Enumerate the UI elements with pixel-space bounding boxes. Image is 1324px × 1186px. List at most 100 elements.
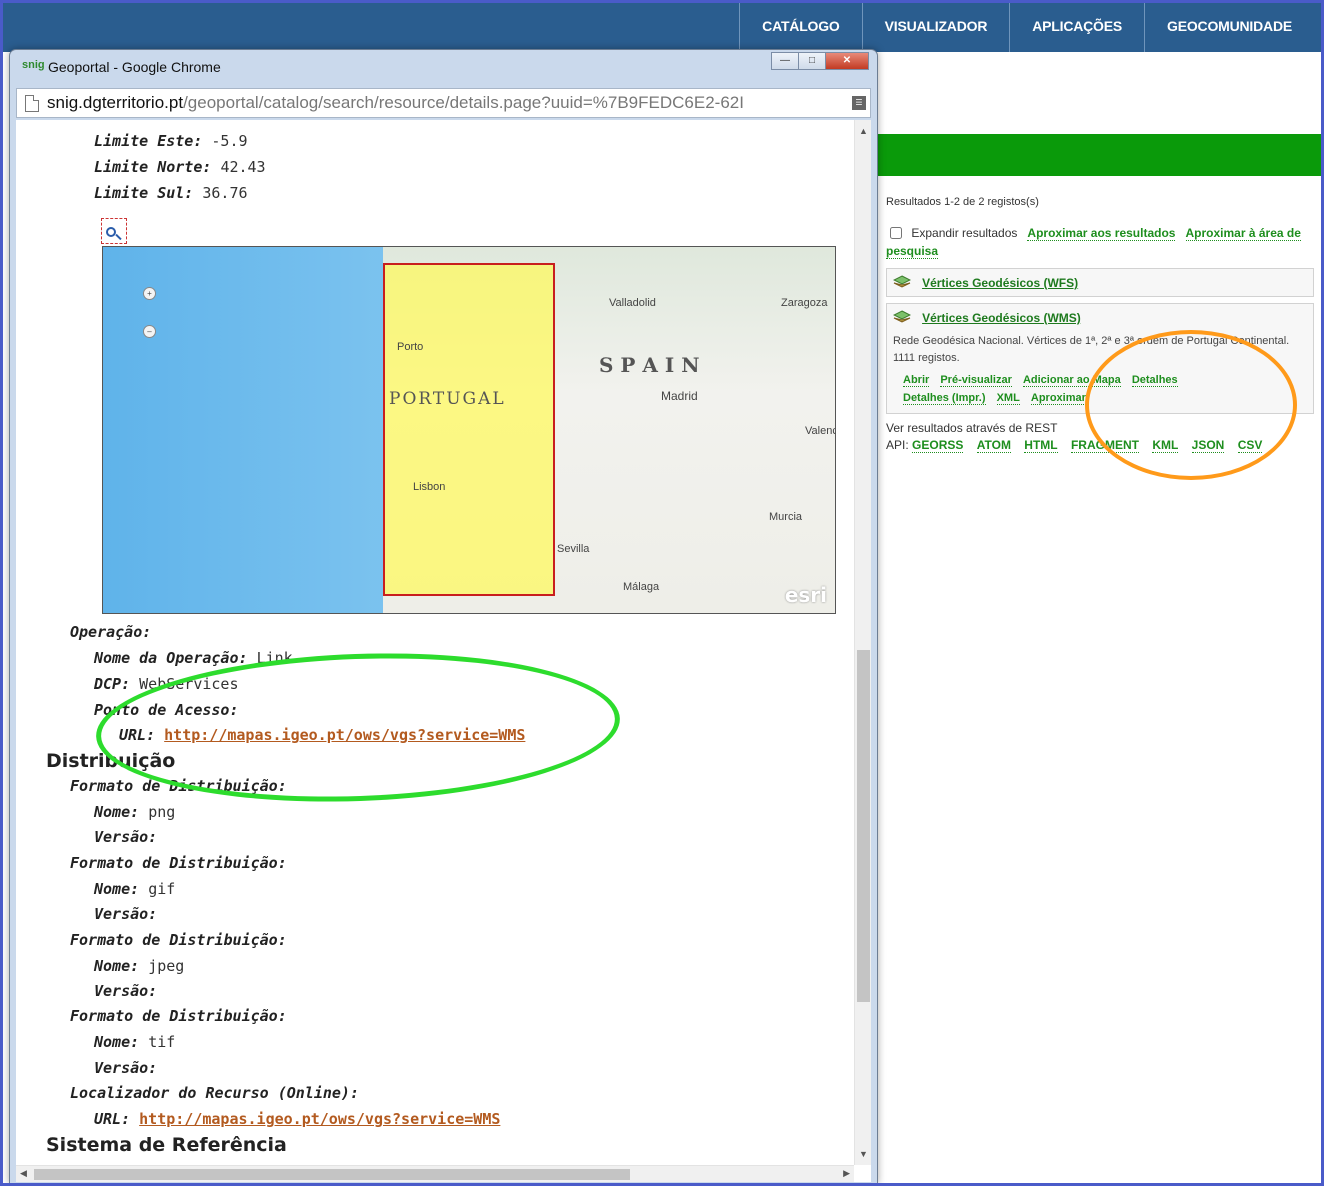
localizador-label: Localizador do Recurso (Online): xyxy=(70,1084,359,1102)
action-abrir[interactable]: Abrir xyxy=(903,374,930,387)
scroll-down-icon[interactable]: ▼ xyxy=(859,1149,868,1159)
scroll-right-icon[interactable]: ▶ xyxy=(843,1168,850,1179)
nome-row-3: Nome: jpeg xyxy=(94,957,184,975)
nav-geocomunidade[interactable]: GEOCOMUNIDADE xyxy=(1144,0,1314,52)
api-html[interactable]: HTML xyxy=(1024,438,1058,453)
versao-label: Versão: xyxy=(94,1059,158,1077)
esri-logo: esri xyxy=(784,583,827,607)
results-count: Resultados 1-2 de 2 registos(s) xyxy=(886,196,1039,208)
limite-norte-value: 42.43 xyxy=(220,158,266,176)
nome-operacao-label: Nome da Operação: xyxy=(94,649,248,667)
page-icon xyxy=(25,95,39,112)
bounding-box xyxy=(383,263,555,596)
url-path: /geoportal/catalog/search/resource/detai… xyxy=(183,93,744,112)
operacao-label: Operação: xyxy=(70,623,152,641)
snig-favicon: snig xyxy=(22,59,45,71)
scroll-up-icon[interactable]: ▲ xyxy=(859,126,868,136)
zoom-to-results-link[interactable]: Aproximar aos resultados xyxy=(1027,226,1176,241)
formato-row-3: Formato de Distribuição: xyxy=(70,931,287,949)
nav-visualizador[interactable]: VISUALIZADOR xyxy=(861,0,1010,52)
nome-label: Nome: xyxy=(94,1033,140,1051)
results-header-bar xyxy=(872,134,1324,176)
versao-label: Versão: xyxy=(94,905,158,923)
format-value-jpeg: jpeg xyxy=(148,957,185,975)
limite-sul-value: 36.76 xyxy=(202,184,248,202)
horizontal-scrollbar[interactable]: ◀ ▶ xyxy=(16,1165,854,1182)
action-detalhes-impr[interactable]: Detalhes (Impr.) xyxy=(903,392,986,405)
city-zaragoza: Zaragoza xyxy=(781,297,828,309)
layer-icon xyxy=(893,275,911,288)
url-domain: snig.dgterritorio.pt xyxy=(47,93,184,112)
layer-icon xyxy=(893,310,911,323)
result-title-wms[interactable]: Vértices Geodésicos (WMS) xyxy=(922,311,1081,325)
action-xml[interactable]: XML xyxy=(996,392,1020,405)
address-bar[interactable]: snig.dgterritorio.pt/geoportal/catalog/s… xyxy=(16,88,871,118)
formato-label: Formato de Distribuição: xyxy=(70,1007,287,1025)
zoom-in-control[interactable]: + xyxy=(143,287,156,300)
operacao-row: Operação: xyxy=(70,623,151,641)
api-georss[interactable]: GEORSS xyxy=(912,438,964,453)
zoom-out-control[interactable]: – xyxy=(143,325,156,338)
nome-label: Nome: xyxy=(94,957,140,975)
scroll-left-icon[interactable]: ◀ xyxy=(20,1168,27,1179)
close-button[interactable]: ✕ xyxy=(825,52,869,70)
city-lisbon: Lisbon xyxy=(413,481,446,493)
formato-label: Formato de Distribuição: xyxy=(70,854,287,872)
vertical-scrollbar[interactable]: ▲ ▼ xyxy=(854,120,871,1165)
minimize-button[interactable]: — xyxy=(771,52,799,70)
nav-aplicacoes[interactable]: APLICAÇÕES xyxy=(1009,0,1144,52)
window-title: Geoportal - Google Chrome xyxy=(48,59,221,75)
versao-row-2: Versão: xyxy=(94,905,157,923)
limite-sul-row: Limite Sul: 36.76 xyxy=(94,184,248,202)
online-url-link[interactable]: http://mapas.igeo.pt/ows/vgs?service=WMS xyxy=(139,1110,500,1128)
formato-row-2: Formato de Distribuição: xyxy=(70,854,287,872)
result-title-wfs[interactable]: Vértices Geodésicos (WFS) xyxy=(922,276,1078,290)
limite-este-row: Limite Este: -5.9 xyxy=(94,132,248,150)
dcp-label: DCP: xyxy=(94,675,131,693)
limite-norte-label: Limite Norte: xyxy=(94,158,212,176)
maximize-button[interactable]: □ xyxy=(798,52,826,70)
formato-label: Formato de Distribuição: xyxy=(70,931,287,949)
action-pre-visualizar[interactable]: Pré-visualizar xyxy=(940,374,1012,387)
vertical-scroll-thumb[interactable] xyxy=(857,650,870,1002)
nome-label: Nome: xyxy=(94,803,140,821)
city-sevilla: Sevilla xyxy=(557,543,590,555)
map-label-portugal: PORTUGAL xyxy=(389,389,506,409)
url-label: URL: xyxy=(94,1110,131,1128)
nome-label: Nome: xyxy=(94,880,140,898)
api-atom[interactable]: ATOM xyxy=(976,438,1011,453)
online-url-row: URL: http://mapas.igeo.pt/ows/vgs?servic… xyxy=(94,1110,500,1128)
extent-map[interactable]: + – PORTUGAL S P A I N Porto Lisbon Vall… xyxy=(102,246,836,614)
localizador-row: Localizador do Recurso (Online): xyxy=(70,1084,359,1102)
page-content: Limite Este: -5.9 Limite Norte: 42.43 Li… xyxy=(16,120,871,1182)
city-madrid: Madrid xyxy=(661,389,698,403)
metadata-document: Limite Este: -5.9 Limite Norte: 42.43 Li… xyxy=(16,120,854,1182)
city-valladolid: Valladolid xyxy=(609,297,656,309)
horizontal-scroll-thumb[interactable] xyxy=(34,1169,630,1180)
limite-sul-label: Limite Sul: xyxy=(94,184,194,202)
expand-results-label: Expandir resultados xyxy=(911,226,1018,240)
zoom-extent-icon[interactable] xyxy=(101,218,127,244)
formato-row-4: Formato de Distribuição: xyxy=(70,1007,287,1025)
expand-results-checkbox[interactable] xyxy=(890,227,902,239)
city-porto: Porto xyxy=(397,341,424,353)
chrome-popup-window: snig Geoportal - Google Chrome — □ ✕ sni… xyxy=(9,49,878,1184)
versao-row-1: Versão: xyxy=(94,828,157,846)
translate-icon[interactable]: ☰ xyxy=(852,96,866,110)
api-label: API: xyxy=(886,438,909,452)
versao-row-3: Versão: xyxy=(94,982,157,1000)
format-value-tif: tif xyxy=(148,1033,176,1051)
result-item-wfs: Vértices Geodésicos (WFS) xyxy=(886,268,1314,297)
map-label-spain: S P A I N xyxy=(599,353,700,377)
top-navigation: CATÁLOGO VISUALIZADOR APLICAÇÕES GEOCOMU… xyxy=(0,0,1324,52)
limite-este-value: -5.9 xyxy=(211,132,248,150)
versao-label: Versão: xyxy=(94,828,158,846)
window-titlebar[interactable]: snig Geoportal - Google Chrome — □ ✕ xyxy=(10,50,877,86)
limite-este-label: Limite Este: xyxy=(94,132,203,150)
nome-row-4: Nome: tif xyxy=(94,1033,175,1051)
orange-highlight-annotation xyxy=(1085,330,1297,480)
nav-catalogo[interactable]: CATÁLOGO xyxy=(739,0,861,52)
versao-label: Versão: xyxy=(94,982,158,1000)
nome-row-1: Nome: png xyxy=(94,803,175,821)
action-aproximar[interactable]: Aproximar xyxy=(1030,392,1086,405)
